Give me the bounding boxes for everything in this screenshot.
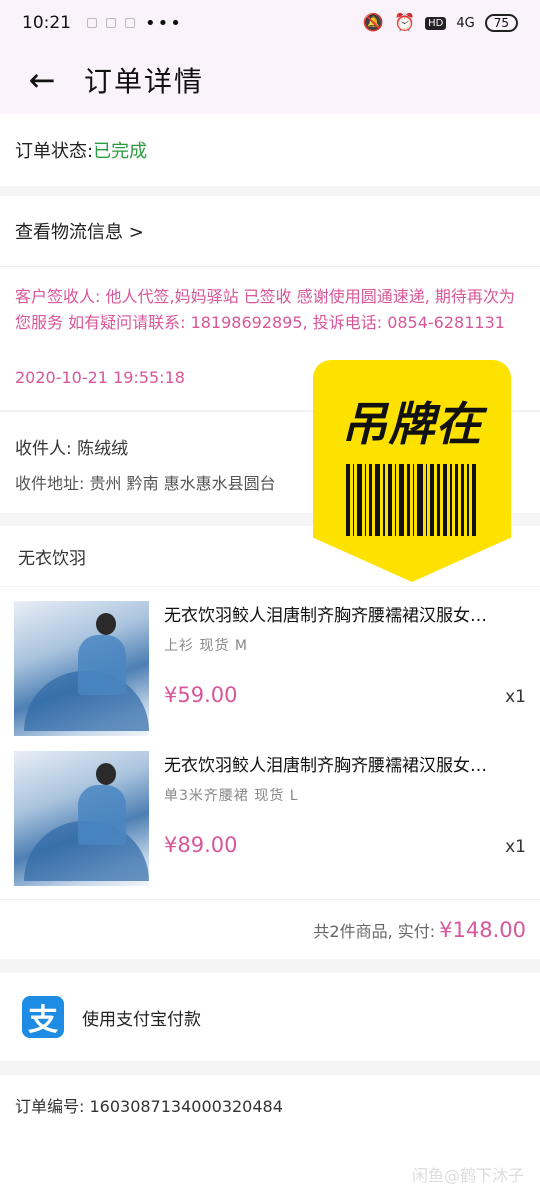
list-item[interactable]: 无衣饮羽鲛人泪唐制齐胸齐腰襦裙汉服女… 单3米齐腰裙 现货 L ¥89.00 x… (0, 737, 540, 886)
total-value: ¥148.00 (439, 917, 526, 942)
total-row: 共2件商品, 实付: ¥148.00 (0, 899, 540, 959)
notification-icon (106, 18, 116, 28)
alipay-icon: 支 (22, 996, 64, 1038)
list-item[interactable]: 无衣饮羽鲛人泪唐制齐胸齐腰襦裙汉服女… 上衫 现货 M ¥59.00 x1 (0, 587, 540, 736)
receiver-address: 收件地址: 贵州 黔南 惠水惠水县圆台 (15, 474, 276, 493)
hang-tag-sticker: 吊牌在 (313, 360, 511, 582)
notification-icons (87, 18, 135, 28)
product-price: ¥59.00 (164, 683, 238, 707)
product-quantity: x1 (505, 687, 526, 707)
hd-icon: HD (425, 16, 447, 30)
back-arrow-icon[interactable]: ← (22, 60, 62, 100)
notification-icon (125, 18, 135, 28)
view-logistics-link[interactable]: 查看物流信息 > (15, 218, 144, 244)
logistics-time: 2020-10-21 19:55:18 (15, 368, 185, 387)
product-quantity: x1 (505, 837, 526, 857)
page-title: 订单详情 (84, 65, 205, 98)
thumbnail-figure (96, 613, 116, 635)
order-status-value: 已完成 (93, 141, 148, 162)
product-name: 无衣饮羽鲛人泪唐制齐胸齐腰襦裙汉服女… (164, 756, 487, 776)
logistics-message: 客户签收人: 他人代签,妈妈驿站 已签收 感谢使用圆通速递, 期待再次为您服务 … (15, 287, 515, 332)
order-number[interactable]: 订单编号: 1603087134000320484 (15, 1093, 283, 1117)
battery-icon: 75 (484, 14, 518, 32)
thumbnail-figure (78, 635, 126, 695)
more-icon: ••• (145, 12, 183, 34)
barcode-icon (346, 464, 477, 536)
product-name: 无衣饮羽鲛人泪唐制齐胸齐腰襦裙汉服女… (164, 606, 487, 626)
thumbnail-figure (96, 763, 116, 785)
signal-icon: 4G (456, 15, 475, 31)
receiver-name: 收件人: 陈绒绒 (15, 439, 129, 459)
divider (0, 266, 540, 267)
order-status-label: 订单状态: (15, 141, 94, 162)
clock: 10:21 (22, 13, 71, 33)
payment-label: 使用支付宝付款 (82, 1009, 201, 1030)
total-label: 共2件商品, 实付: (313, 921, 436, 941)
app-bar: ← 订单详情 (0, 46, 540, 114)
alarm-icon: ⏰ (393, 13, 416, 33)
product-spec: 单3米齐腰裙 现货 L (164, 788, 299, 804)
product-price: ¥89.00 (164, 833, 238, 857)
order-status-section: 订单状态: 已完成 (0, 114, 540, 186)
watermark: 闲鱼@鹤下沐子 (411, 1166, 524, 1185)
status-bar: 10:21 ••• 🔕 ⏰ HD 4G 75 (0, 0, 540, 46)
thumbnail-figure (78, 785, 126, 845)
payment-section[interactable]: 支 使用支付宝付款 (0, 973, 540, 1061)
notification-icon (87, 18, 97, 28)
product-spec: 上衫 现货 M (164, 638, 248, 654)
items-section: 无衣饮羽鲛人泪唐制齐胸齐腰襦裙汉服女… 上衫 现货 M ¥59.00 x1 无衣… (0, 587, 540, 959)
mute-icon: 🔕 (362, 13, 384, 33)
tag-text: 吊牌在 (341, 397, 483, 451)
product-thumbnail[interactable] (14, 751, 149, 886)
product-thumbnail[interactable] (14, 601, 149, 736)
